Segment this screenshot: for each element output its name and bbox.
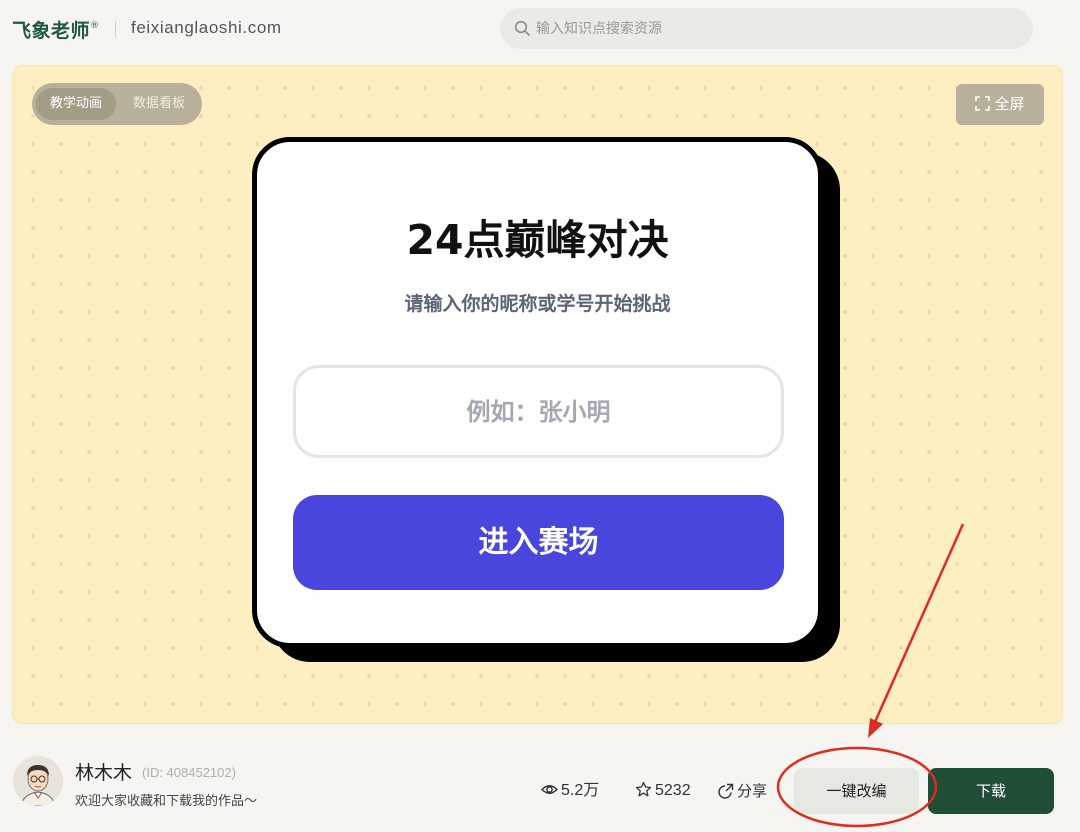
views-count: 5.2万 [541, 780, 599, 802]
stars-value: 5232 [655, 782, 691, 799]
tab-data-dashboard[interactable]: 数据看板 [120, 88, 198, 120]
game-title: 24点巅峰对决 [406, 216, 669, 264]
enter-arena-button[interactable]: 进入赛场 [293, 495, 784, 590]
header-divider [115, 21, 116, 37]
search-input[interactable] [536, 16, 1016, 41]
author-id: (ID: 408452102) [142, 765, 236, 780]
author-description: 欢迎大家收藏和下载我的作品～ [75, 794, 258, 809]
fullscreen-label: 全屏 [994, 95, 1025, 113]
search-bar[interactable] [500, 8, 1033, 49]
remix-button[interactable]: 一键改编 [794, 768, 919, 814]
site-domain: feixianglaoshi.com [131, 18, 282, 37]
author-name[interactable]: 林木木 [75, 758, 132, 785]
views-value: 5.2万 [561, 782, 600, 799]
fullscreen-button[interactable]: 全屏 [956, 84, 1044, 125]
download-button[interactable]: 下载 [928, 768, 1054, 814]
logo-text: 飞象老师 [12, 20, 91, 42]
view-mode-toggle: 教学动画 数据看板 [32, 83, 202, 125]
search-icon [514, 20, 530, 36]
registered-mark: ® [90, 20, 100, 31]
share-icon [718, 783, 734, 799]
site-logo[interactable]: 飞象老师® [12, 16, 100, 43]
top-bar: 飞象老师® feixianglaoshi.com [0, 0, 1080, 58]
tab-teaching-animation[interactable]: 教学动画 [36, 88, 116, 120]
fullscreen-icon [975, 96, 991, 111]
share-label: 分享 [737, 782, 768, 800]
avatar-portrait-icon [13, 756, 63, 806]
star-icon [635, 781, 652, 797]
author-avatar[interactable] [13, 756, 63, 806]
preview-stage: 教学动画 数据看板 全屏 24点巅峰对决 请输入你的昵称或学号开始挑战 进入赛场 [12, 65, 1063, 724]
share-button[interactable]: 分享 [718, 780, 767, 802]
game-card: 24点巅峰对决 请输入你的昵称或学号开始挑战 进入赛场 [252, 137, 823, 648]
game-subtitle: 请输入你的昵称或学号开始挑战 [404, 293, 671, 315]
star-count[interactable]: 5232 [635, 780, 691, 802]
nickname-input[interactable] [293, 365, 784, 458]
eye-icon [541, 785, 558, 794]
